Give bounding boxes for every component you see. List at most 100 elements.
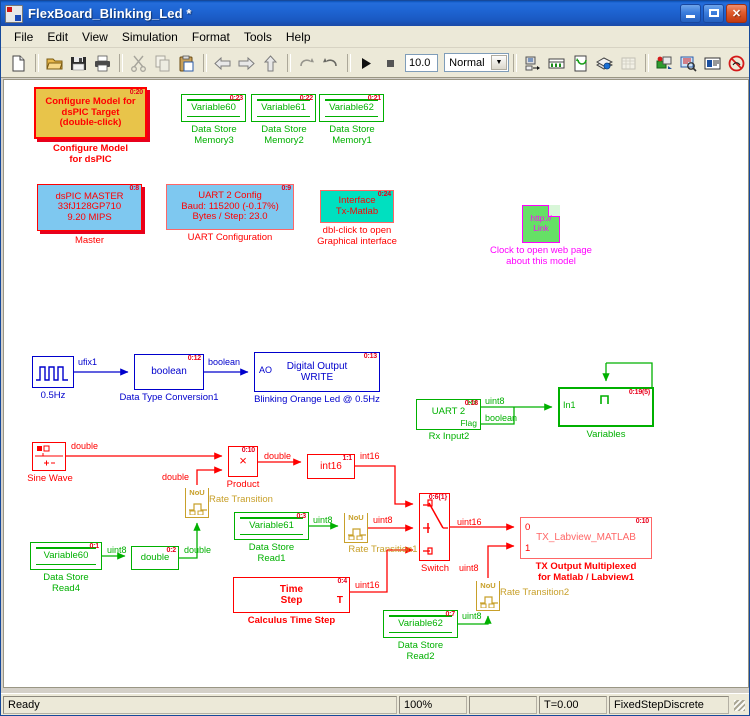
block-data-store-read1[interactable]: Variable61 0:3 [234,512,309,540]
update-diagram-icon[interactable] [569,52,592,74]
block-dspic-master[interactable]: dsPIC MASTER 33fJ128GP710 9.20 MIPS 0:8 [37,184,142,231]
block-rate-transition[interactable]: NoU [185,488,209,518]
block-line: 9.20 MIPS [67,211,112,223]
block-caption-digital-output-write: Blinking Orange Led @ 0.5Hz [232,394,402,406]
start-simulation-icon[interactable] [355,52,378,74]
block-configure-model[interactable]: Configure Model for dsPIC Target (double… [34,87,147,139]
block-tag: 0:22 [299,95,313,102]
status-bar: Ready 100% T=0.00 FixedStepDiscrete [1,693,749,715]
block-rate-transition1[interactable]: NoU [344,513,368,543]
block-interface-tx-matlab[interactable]: Interface Tx-Matlab 0:24 [320,190,394,223]
block-uart-2-config[interactable]: UART 2 Config Baud: 115200 (-0.17%) Byte… [166,184,294,230]
new-model-icon[interactable] [7,52,30,74]
block-uart-2-rx-input2[interactable]: UART 2 Rx Flag 0:18 [416,398,481,430]
caption-line: Calculus Time Step [247,615,336,626]
block-digital-output-write[interactable]: AO Digital Output WRITE 0:13 [254,352,380,392]
menu-help[interactable]: Help [279,28,318,46]
block-line: WRITE [300,372,334,383]
block-product[interactable]: × 0:10 [228,446,258,477]
properties-icon[interactable] [701,52,724,74]
no-entry-icon[interactable] [725,52,748,74]
finder-icon[interactable] [677,52,700,74]
up-arrow-icon[interactable] [259,52,282,74]
menu-format[interactable]: Format [185,28,237,46]
simulation-time-input[interactable]: 10.0 [405,53,439,72]
library-browser-icon[interactable] [593,52,616,74]
close-button[interactable]: ✕ [726,4,747,23]
menu-edit[interactable]: Edit [40,28,75,46]
resize-grip[interactable] [732,698,746,712]
block-data-store-read4[interactable]: Variable60 0:1 [30,542,102,570]
block-data-type-conversion1[interactable]: boolean 0:12 [134,354,204,390]
menu-simulation[interactable]: Simulation [115,28,185,46]
undo-icon[interactable] [295,52,318,74]
minimize-button[interactable] [680,4,701,23]
block-tx-labview-matlab[interactable]: 0 1 TX_Labview_MATLAB 0:10 [520,517,652,559]
model-explorer-icon[interactable] [653,52,676,74]
forward-arrow-icon[interactable] [235,52,258,74]
build-model-icon[interactable] [521,52,544,74]
block-line: NoU [477,581,499,590]
block-caption-configure-model: Configure Model for dsPIC [34,143,147,166]
block-tag: 0:10 [241,447,255,454]
block-sine-wave[interactable] [32,442,66,471]
stop-simulation-icon[interactable] [379,52,402,74]
open-model-icon[interactable] [43,52,66,74]
block-tag: 0:20 [129,89,143,96]
cut-icon[interactable] [127,52,150,74]
caption-line: for dsPIC [69,153,112,165]
back-arrow-icon[interactable] [211,52,234,74]
toolbar-separator [347,53,351,72]
block-int16-conversion[interactable]: int16 1:1 [307,454,355,479]
block-data-store-read2[interactable]: Variable62 0:7 [383,610,458,638]
menu-tools[interactable]: Tools [237,28,279,46]
caption-line: Variables [586,429,626,440]
simulink-model-icon [5,4,23,23]
toolbar-separator [119,53,123,72]
caption-line: UART Configuration [187,232,273,243]
block-variables-subsystem[interactable]: In1 0:19(5) [558,387,654,427]
signal-label: uint8 [107,545,127,555]
paste-icon[interactable] [175,52,198,74]
signal-label: boolean [208,357,241,367]
signal-label: ufix1 [78,357,98,367]
block-tag: 0:3 [296,513,306,520]
copy-icon[interactable] [151,52,174,74]
toggle-grid-icon[interactable] [617,52,640,74]
print-icon[interactable] [91,52,114,74]
block-line: UART 2 [431,406,466,417]
block-calculus-time-step[interactable]: Time Step T 0:4 [233,577,350,613]
block-caption-data-store-read2: Data Store Read2 [383,640,458,663]
block-caption-data-store-read4: Data Store Read4 [30,572,102,595]
block-data-store-memory2[interactable]: Variable61 0:22 [251,94,316,122]
block-line: double [140,551,170,563]
save-icon[interactable] [67,52,90,74]
debug-icon[interactable] [545,52,568,74]
block-tag: 0:6{1} [428,494,447,501]
block-tag: 0:9 [281,185,291,192]
block-data-store-memory1[interactable]: Variable62 0:21 [319,94,384,122]
block-pulse-source-05hz[interactable] [32,356,74,388]
caption-line: Switch [421,563,449,574]
model-canvas[interactable]: Configure Model for dsPIC Target (double… [3,79,749,688]
block-caption-data-store-memory2: Data Store Memory2 [246,124,322,147]
block-tag: 0:13 [363,353,377,360]
redo-icon[interactable] [319,52,342,74]
block-double-conversion[interactable]: double 0:2 [131,546,179,570]
menu-view[interactable]: View [75,28,115,46]
block-tag: 0:8 [129,185,139,192]
maximize-button[interactable] [703,4,724,23]
menu-file[interactable]: File [7,28,40,46]
simulation-mode-select[interactable]: Normal ▼ [444,53,509,72]
block-data-store-memory3[interactable]: Variable60 0:23 [181,94,246,122]
block-switch[interactable]: 0:6{1} [419,493,450,561]
block-caption-rate-transition1: Rate Transition1 [334,544,432,556]
block-caption-data-type-conversion1: Data Type Conversion1 [109,392,229,404]
model-canvas-content: Configure Model for dsPIC Target (double… [4,80,748,687]
block-caption-rate-transition: Rate Transition [209,494,297,506]
block-rate-transition2[interactable]: NoU [476,581,500,611]
chevron-down-icon[interactable]: ▼ [491,55,507,70]
block-web-link[interactable]: http:// Link [522,205,560,243]
caption-line: Rx Input2 [428,431,470,442]
toolbar-separator [35,53,39,72]
